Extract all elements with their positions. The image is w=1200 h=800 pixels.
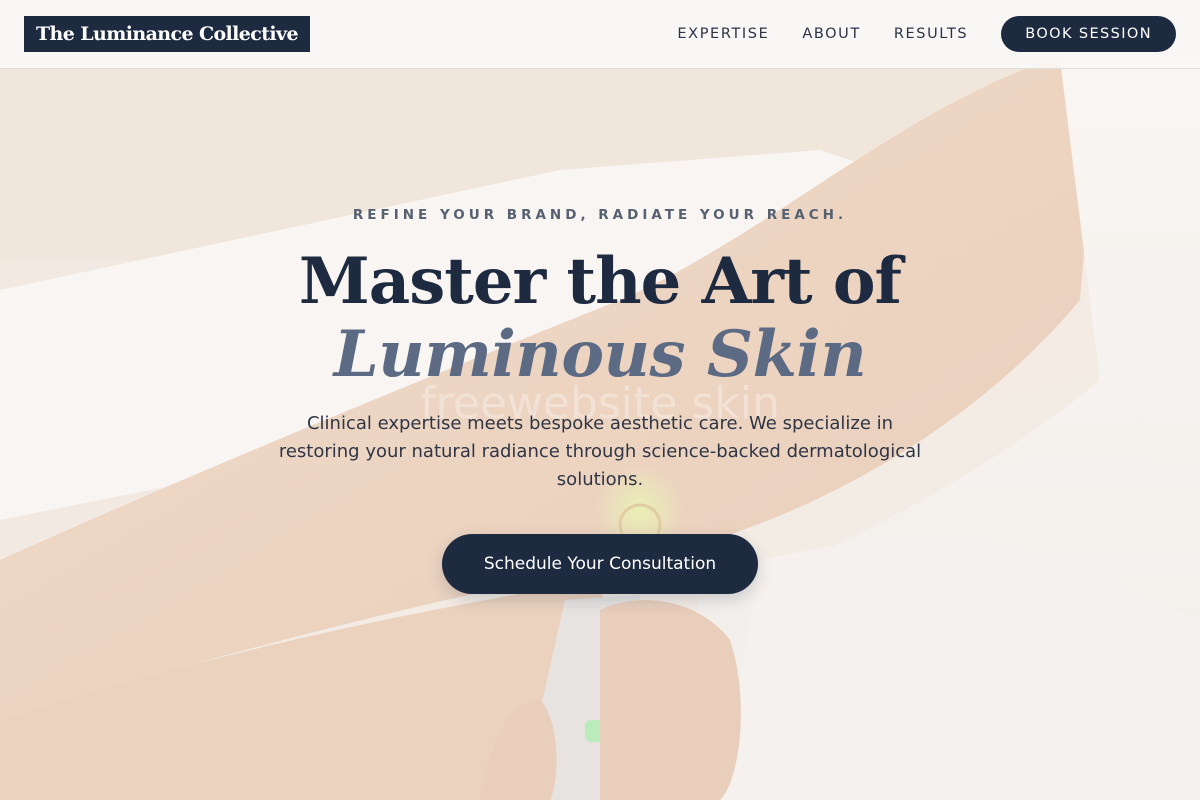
nav-link-results[interactable]: RESULTS [894,26,968,42]
primary-nav: EXPERTISE ABOUT RESULTS BOOK SESSION [677,16,1176,52]
hero-section: REFINE YOUR BRAND, RADIATE YOUR REACH. M… [0,0,1200,800]
schedule-consultation-button[interactable]: Schedule Your Consultation [442,534,758,594]
top-navbar: The Luminance Collective EXPERTISE ABOUT… [0,0,1200,69]
hero-headline-line-1: Master the Art of [298,244,902,319]
nav-link-about[interactable]: ABOUT [802,26,861,42]
hero-description: Clinical expertise meets bespoke aesthet… [278,413,922,490]
nav-link-expertise[interactable]: EXPERTISE [677,26,769,42]
landing-page: The Luminance Collective EXPERTISE ABOUT… [0,0,1200,800]
book-session-button[interactable]: BOOK SESSION [1001,16,1176,52]
hero-tagline: REFINE YOUR BRAND, RADIATE YOUR REACH. [352,207,848,223]
brand-logo[interactable]: The Luminance Collective [24,16,310,52]
